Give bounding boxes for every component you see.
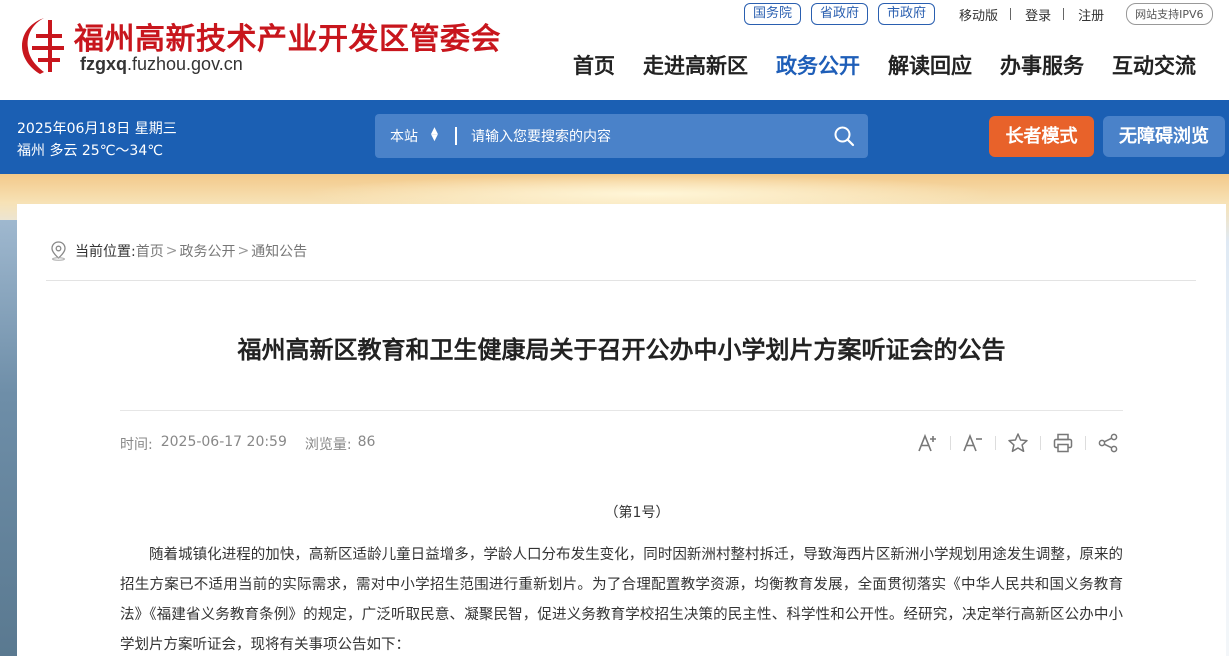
mobile-link[interactable]: 移动版	[959, 5, 998, 24]
link-state-council[interactable]: 国务院	[744, 3, 802, 25]
breadcrumb-home[interactable]: 首页	[136, 241, 164, 261]
divider	[120, 410, 1123, 411]
ipv6-badge: 网站支持IPV6	[1126, 3, 1213, 25]
time-label: 时间:	[120, 437, 153, 453]
font-increase-icon[interactable]	[917, 432, 939, 454]
divider	[1063, 8, 1065, 20]
article-paragraph: 随着城镇化进程的加快，高新区适龄儿童日益增多，学龄人口分布发生变化，同时因新洲村…	[120, 547, 1123, 653]
breadcrumb-notices[interactable]: 通知公告	[251, 241, 307, 261]
nav-interaction[interactable]: 互动交流	[1112, 50, 1196, 80]
weather-text: 福州 多云 25℃～34℃	[17, 143, 163, 159]
site-logo[interactable]: 福州高新技术产业开发区管委会 fzgxq.fuzhou.gov.cn	[18, 12, 501, 82]
article-title: 福州高新区教育和卫生健康局关于召开公办中小学划片方案听证会的公告	[237, 336, 1006, 364]
scope-arrows-icon[interactable]: ▲ ▼	[431, 127, 438, 143]
share-icon[interactable]	[1097, 432, 1119, 454]
divider	[455, 127, 457, 145]
breadcrumb-label: 当前位置:	[75, 244, 136, 260]
divider	[950, 436, 951, 450]
search-box: 本站 ▲ ▼	[375, 114, 868, 158]
divider	[1010, 8, 1012, 20]
nav-interpretation[interactable]: 解读回应	[888, 50, 972, 80]
city-skyline-image	[0, 220, 17, 656]
nav-home[interactable]: 首页	[573, 50, 615, 80]
accessibility-button[interactable]: 无障碍浏览	[1103, 116, 1225, 157]
location-pin-icon	[51, 241, 66, 261]
divider	[46, 280, 1196, 281]
domain-prefix: fzgxq	[80, 54, 127, 74]
nav-gov-affairs[interactable]: 政务公开	[776, 50, 860, 80]
print-icon[interactable]	[1052, 432, 1074, 454]
date-text: 2025年06月18日 星期三	[17, 121, 177, 137]
login-link[interactable]: 登录	[1025, 5, 1051, 24]
nav-about-zone[interactable]: 走进高新区	[643, 50, 748, 80]
main-nav: 首页 走进高新区 政务公开 解读回应 办事服务 互动交流	[573, 50, 1196, 80]
top-links: 国务院 省政府 市政府 移动版 登录 注册 网站支持IPV6	[744, 2, 1213, 26]
search-input[interactable]	[469, 124, 813, 150]
breadcrumb-separator: >	[237, 243, 250, 259]
breadcrumb: 当前位置: 首页 > 政务公开 > 通知公告	[50, 241, 307, 261]
site-title: 福州高新技术产业开发区管委会	[74, 22, 501, 57]
breadcrumb-separator: >	[165, 243, 178, 259]
site-header: 福州高新技术产业开发区管委会 fzgxq.fuzhou.gov.cn 国务院 省…	[0, 0, 1229, 100]
search-icon[interactable]	[833, 125, 855, 147]
divider	[1085, 436, 1086, 450]
document-number: （第1号）	[604, 505, 670, 521]
article-tools	[917, 432, 1119, 454]
register-link[interactable]: 注册	[1078, 5, 1104, 24]
link-provincial-gov[interactable]: 省政府	[811, 3, 869, 25]
views-label: 浏览量:	[304, 437, 352, 453]
date-weather: 2025年06月18日 星期三 福州 多云 25℃～34℃	[17, 118, 177, 162]
article-meta: 时间: 2025-06-17 20:59 浏览量: 86	[120, 434, 375, 454]
site-domain: fzgxq.fuzhou.gov.cn	[80, 54, 243, 75]
elder-mode-button[interactable]: 长者模式	[989, 116, 1094, 157]
nav-services[interactable]: 办事服务	[1000, 50, 1084, 80]
star-icon[interactable]	[1007, 432, 1029, 454]
search-scope-select[interactable]: 本站	[390, 126, 418, 146]
divider	[1040, 436, 1041, 450]
logo-emblem-icon	[22, 18, 64, 74]
view-count: 86	[357, 434, 376, 450]
divider	[995, 436, 996, 450]
link-city-gov[interactable]: 市政府	[878, 3, 936, 25]
breadcrumb-gov-affairs[interactable]: 政务公开	[179, 241, 235, 261]
font-decrease-icon[interactable]	[962, 432, 984, 454]
domain-rest: .fuzhou.gov.cn	[127, 54, 243, 74]
publish-time: 2025-06-17 20:59	[160, 434, 287, 450]
content-card: 当前位置: 首页 > 政务公开 > 通知公告 福州高新区教育和卫生健康局关于召开公办…	[17, 204, 1226, 656]
